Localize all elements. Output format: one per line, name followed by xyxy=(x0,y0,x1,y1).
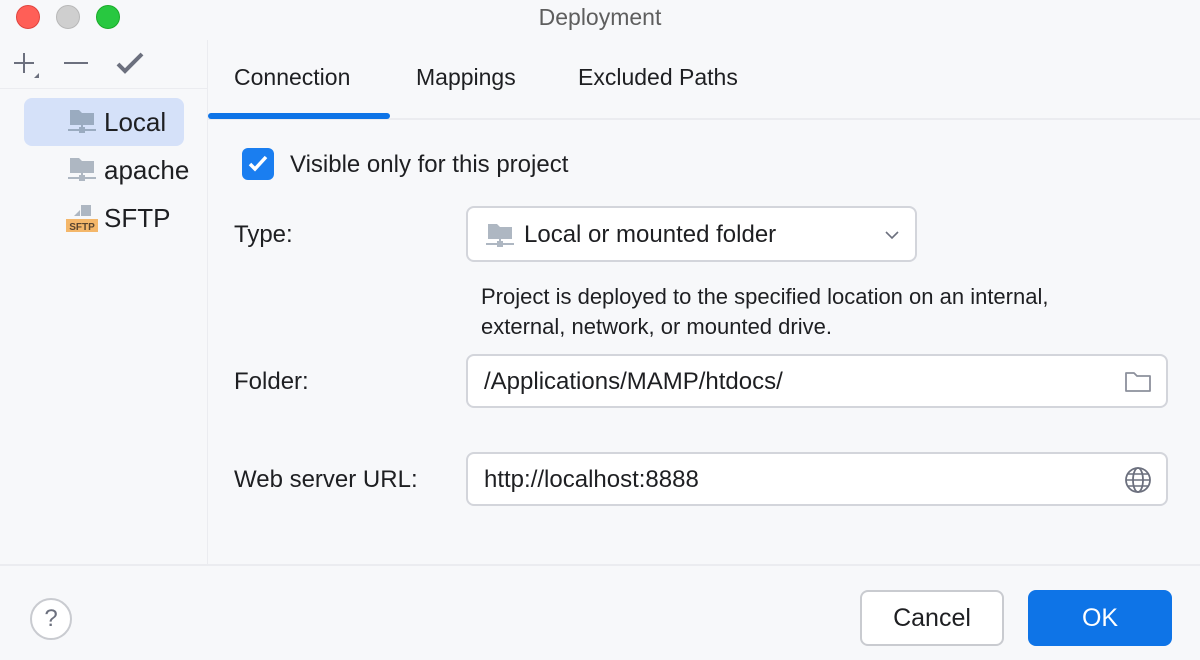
visible-only-checkbox[interactable] xyxy=(242,148,274,180)
checkmark-icon xyxy=(116,52,144,74)
folder-input-value: /Applications/MAMP/htdocs/ xyxy=(484,368,783,395)
network-folder-icon xyxy=(68,110,96,133)
network-folder-icon xyxy=(68,158,96,181)
add-icon xyxy=(14,53,39,78)
add-server-button[interactable] xyxy=(10,48,42,80)
web-server-url-input[interactable]: http://localhost:8888 xyxy=(466,452,1168,506)
server-item-label: Local xyxy=(104,107,167,137)
chevron-down-icon xyxy=(885,231,899,240)
help-line-2: external, network, or mounted drive. xyxy=(481,314,832,339)
sidebar-toolbar xyxy=(0,40,207,89)
tab-bar: Connection Mappings Excluded Paths xyxy=(208,40,1200,120)
server-item-apache[interactable]: apache xyxy=(24,146,189,194)
folder-label: Folder: xyxy=(234,368,309,395)
active-tab-indicator xyxy=(208,113,390,119)
ok-button[interactable]: OK xyxy=(1028,590,1172,646)
help-button[interactable]: ? xyxy=(30,598,72,640)
window-title: Deployment xyxy=(538,4,662,30)
dialog-footer: ? Cancel OK xyxy=(0,564,1200,660)
type-help-text: Project is deployed to the specified loc… xyxy=(481,282,1181,342)
network-folder-icon xyxy=(486,224,514,247)
remove-icon xyxy=(64,62,88,64)
web-server-url-value: http://localhost:8888 xyxy=(484,466,699,493)
server-list-sidebar: Local apache SFTP SFTP xyxy=(0,40,208,564)
tab-excluded-paths[interactable]: Excluded Paths xyxy=(578,64,738,91)
title-bar: Deployment xyxy=(0,0,1200,40)
sftp-icon: SFTP xyxy=(66,205,98,232)
server-item-local[interactable]: Local xyxy=(24,98,184,146)
visible-only-label: Visible only for this project xyxy=(290,151,569,178)
use-as-default-button[interactable] xyxy=(114,48,146,80)
checkmark-icon xyxy=(248,155,268,172)
server-item-label: apache xyxy=(104,155,190,185)
tab-connection[interactable]: Connection xyxy=(234,64,350,91)
cancel-button[interactable]: Cancel xyxy=(860,590,1004,646)
svg-text:SFTP: SFTP xyxy=(69,222,95,232)
browse-folder-icon[interactable] xyxy=(1124,368,1152,396)
server-item-sftp[interactable]: SFTP SFTP xyxy=(24,194,184,242)
help-line-1: Project is deployed to the specified loc… xyxy=(481,284,1049,309)
tab-mappings[interactable]: Mappings xyxy=(416,64,516,91)
type-dropdown[interactable]: Local or mounted folder xyxy=(466,206,917,262)
remove-server-button[interactable] xyxy=(60,48,92,80)
type-label: Type: xyxy=(234,221,293,248)
server-item-label: SFTP xyxy=(104,203,171,233)
web-server-url-label: Web server URL: xyxy=(234,466,418,493)
folder-input[interactable]: /Applications/MAMP/htdocs/ xyxy=(466,354,1168,408)
globe-icon[interactable] xyxy=(1124,466,1152,494)
type-dropdown-value: Local or mounted folder xyxy=(524,221,777,248)
